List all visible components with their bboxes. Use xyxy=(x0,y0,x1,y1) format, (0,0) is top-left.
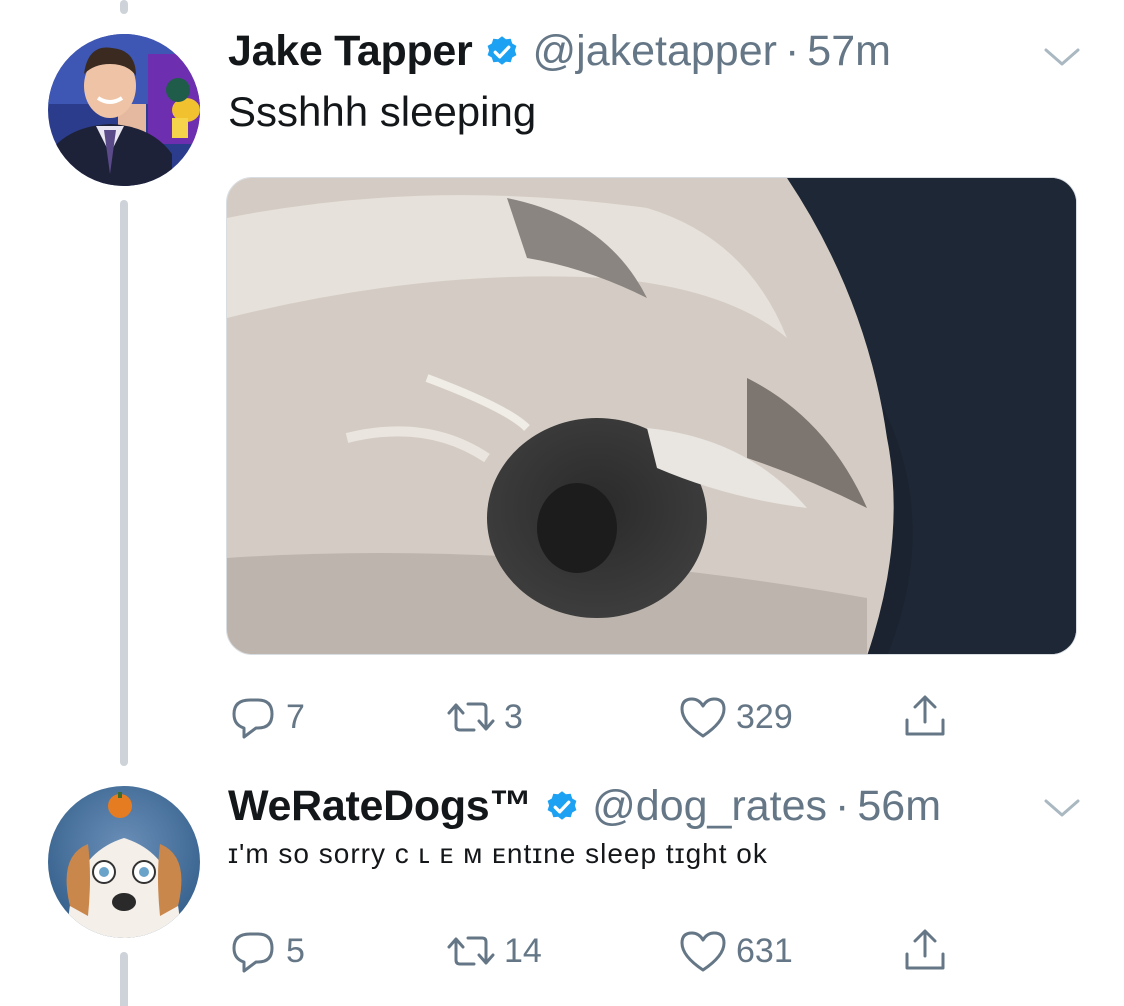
chevron-down-icon[interactable] xyxy=(1042,46,1082,70)
tweet-header: WeRateDogs™ @dog_rates · 56m xyxy=(228,785,941,828)
retweet-icon xyxy=(447,936,495,966)
reply-button[interactable]: 7 xyxy=(228,692,305,742)
tweet-photo[interactable] xyxy=(226,177,1077,655)
tweet-thread: Jake Tapper @jaketapper · 57m Ssshhh sle… xyxy=(0,0,1124,1006)
thread-line xyxy=(120,200,128,766)
tweet-header: Jake Tapper @jaketapper · 57m xyxy=(228,30,891,73)
tweet-text: ɪ'm sᴏ sᴏrry ᴄ ʟ ᴇ ᴍ ᴇntɪne sleep tɪght … xyxy=(228,838,768,869)
verified-badge-icon xyxy=(547,790,577,820)
tweet-text: Ssshhh sleeping xyxy=(228,88,537,135)
like-button[interactable]: 329 xyxy=(678,692,793,742)
share-button[interactable] xyxy=(900,692,950,742)
thread-line xyxy=(120,0,128,14)
retweet-count: 3 xyxy=(504,697,523,736)
reply-count: 7 xyxy=(286,697,305,736)
timestamp[interactable]: 57m xyxy=(807,30,891,73)
share-icon xyxy=(905,695,945,736)
tweet-actions: 7 3 329 xyxy=(228,692,988,742)
avatar[interactable] xyxy=(48,786,200,938)
chevron-down-icon[interactable] xyxy=(1042,797,1082,821)
retweet-button[interactable]: 14 xyxy=(446,926,542,976)
display-name[interactable]: Jake Tapper xyxy=(228,30,473,73)
user-handle[interactable]: @dog_rates xyxy=(592,785,827,828)
timestamp[interactable]: 56m xyxy=(857,785,941,828)
avatar[interactable] xyxy=(48,34,200,186)
retweet-button[interactable]: 3 xyxy=(446,692,523,742)
share-icon xyxy=(905,929,945,970)
verified-badge-icon xyxy=(488,35,517,65)
like-count: 631 xyxy=(736,931,793,970)
share-button[interactable] xyxy=(900,926,950,976)
like-button[interactable]: 631 xyxy=(678,926,793,976)
reply-count: 5 xyxy=(286,931,305,970)
like-count: 329 xyxy=(736,697,793,736)
reply-icon xyxy=(232,932,274,973)
reply-icon xyxy=(232,698,274,739)
separator-dot: · xyxy=(784,27,800,75)
thread-line xyxy=(120,952,128,1006)
heart-icon xyxy=(680,697,726,738)
separator-dot: · xyxy=(835,782,850,830)
display-name[interactable]: WeRateDogs™ xyxy=(228,785,532,828)
retweet-icon xyxy=(447,702,495,732)
retweet-count: 14 xyxy=(504,931,542,970)
tweet-actions: 5 14 631 xyxy=(228,926,988,976)
user-handle[interactable]: @jaketapper xyxy=(532,30,776,73)
heart-icon xyxy=(680,931,726,972)
reply-button[interactable]: 5 xyxy=(228,926,305,976)
